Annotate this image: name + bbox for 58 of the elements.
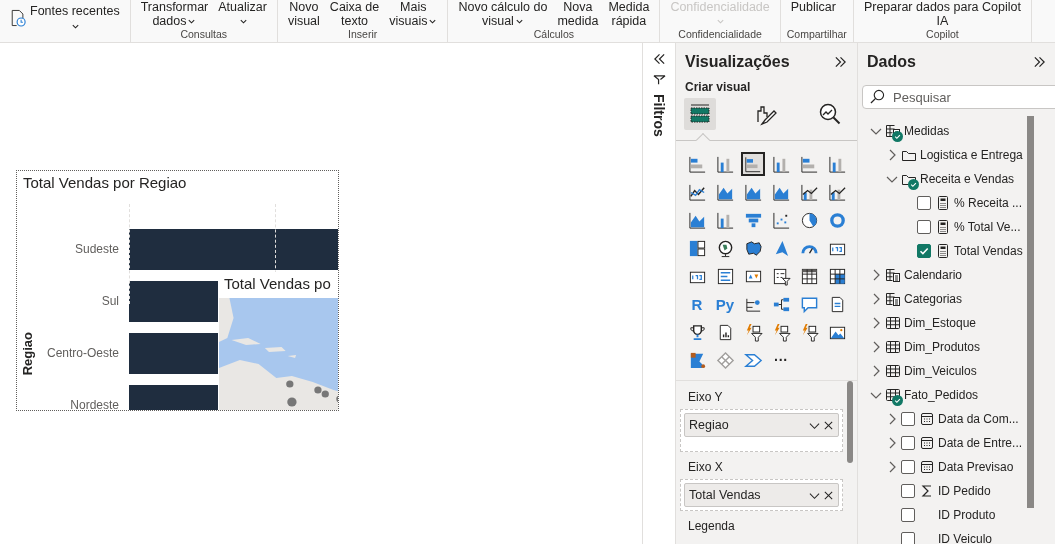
axis-title: Regiao	[19, 331, 35, 375]
script-visual-button[interactable]: Py	[713, 292, 737, 316]
ribbon-button[interactable]: Fontes recentes	[6, 0, 124, 31]
group-label: Confidencialidade	[677, 28, 763, 42]
more-button[interactable]: ···	[769, 348, 793, 372]
pane-title: Visualizações	[685, 53, 790, 71]
group-label: Consultas	[179, 28, 229, 42]
ribbon-button[interactable]: Transformar dados	[136, 0, 213, 28]
tree-item-label[interactable]: Dim_Produtos	[904, 340, 981, 354]
drop-zone[interactable]: Regiao	[680, 409, 843, 452]
tree-item-label[interactable]: Dim_Estoque	[904, 316, 977, 330]
visual-title: Total Vendas por Regiao	[22, 173, 188, 193]
pane-title: Dados	[867, 53, 916, 71]
tree-item-label[interactable]: ID Pedido	[938, 484, 991, 498]
well-label: Eixo X	[687, 459, 724, 476]
ribbon-button[interactable]: Publicar	[786, 0, 840, 14]
tree-item-label[interactable]: Total Vendas	[954, 244, 1023, 258]
tree-item-label[interactable]: ID Veiculo	[938, 532, 993, 544]
tree-item-label[interactable]: % Total Ve...	[954, 220, 1021, 234]
ribbon-button[interactable]: Preparar dados para Copilot IA	[859, 0, 1025, 28]
script-visual-button[interactable]: R	[685, 292, 709, 316]
section-label: Criar visual	[684, 79, 752, 94]
tree-item-label[interactable]: ID Produto	[938, 508, 996, 522]
visual-title: Total Vendas po	[223, 274, 332, 294]
group-label: Inserir	[347, 28, 379, 42]
tree-item-label[interactable]: Data de Entre...	[938, 436, 1023, 450]
tree-item-label[interactable]: Receita e Vendas	[920, 172, 1015, 186]
well-label: Eixo Y	[687, 389, 724, 406]
ribbon-button[interactable]: Novo cálculo do visual	[454, 0, 552, 28]
ribbon-button[interactable]: Nova medida	[553, 0, 603, 28]
tree-item-label[interactable]: Calendario	[904, 268, 963, 282]
category-label: Sudeste	[73, 242, 120, 256]
field-pill[interactable]: Regiao	[684, 413, 839, 437]
tree-item-label[interactable]: Dim_Veiculos	[904, 364, 977, 378]
ribbon-button[interactable]: Medida rápida	[604, 0, 654, 28]
tree-item-label[interactable]: Data da Com...	[938, 412, 1019, 426]
tree-item-label[interactable]: Data Previsao	[938, 460, 1014, 474]
group-label: Compartilhar	[786, 28, 847, 42]
visual-background[interactable]: Total Vendas por Regiao Regiao Sudeste Sul Centro-Oeste Nordeste Total Vendas po	[16, 170, 339, 411]
search-field[interactable]: Pesquisar	[862, 85, 1055, 109]
field-name: Total Vendas	[689, 488, 762, 502]
category-label: Centro-Oeste	[45, 346, 120, 360]
tree-item-label[interactable]: Categorias	[904, 292, 963, 306]
well-label: Legenda	[687, 518, 736, 535]
tree-item-label[interactable]: Medidas	[904, 124, 950, 138]
group-label: Cálculos	[532, 28, 576, 42]
category-label: Sul	[100, 294, 120, 308]
pane-title[interactable]: Filtros	[651, 94, 667, 137]
ribbon-button[interactable]: Novo visual	[283, 0, 324, 28]
tree-item-label[interactable]: % Receita ...	[954, 196, 1023, 210]
ribbon-button[interactable]: Caixa de texto	[325, 0, 384, 28]
ribbon-button[interactable]: Mais visuais	[385, 0, 442, 28]
tree-item-label[interactable]: Fato_Pedidos	[904, 388, 979, 402]
ribbon-button[interactable]: Atualizar	[214, 0, 271, 28]
group-label: Copilot	[925, 28, 960, 42]
tree-item-label[interactable]: Logistica e Entrega	[920, 148, 1023, 162]
category-label: Nordeste	[69, 398, 120, 410]
field-name: Regiao	[689, 418, 730, 432]
